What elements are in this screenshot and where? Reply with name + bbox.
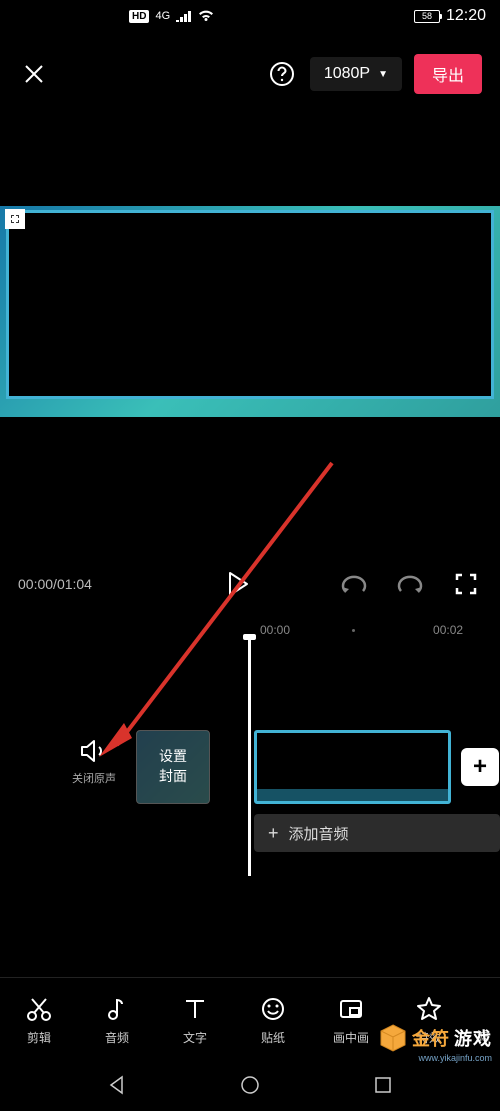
music-note-icon	[104, 996, 130, 1022]
mute-original-button[interactable]: 关闭原声	[72, 738, 116, 786]
speaker-icon	[79, 738, 109, 764]
mute-label: 关闭原声	[72, 770, 116, 786]
resolution-button[interactable]: 1080P ▼	[310, 57, 402, 91]
watermark: 金符游戏	[378, 1023, 492, 1053]
timeline[interactable]: 关闭原声 设置 封面 + + 添加音频	[0, 726, 500, 866]
help-button[interactable]	[266, 58, 298, 90]
nav-recent[interactable]	[373, 1075, 393, 1095]
annotation-arrow	[82, 455, 342, 765]
ruler-time: 00:02	[433, 623, 463, 637]
scissors-icon	[26, 996, 52, 1022]
undo-icon	[341, 573, 367, 595]
help-icon	[269, 61, 295, 87]
watermark-text: 游戏	[454, 1025, 492, 1051]
top-bar: 1080P ▼ 导出	[0, 42, 500, 106]
nav-home[interactable]	[240, 1075, 260, 1095]
battery-indicator: 58	[414, 10, 440, 23]
tool-clip[interactable]: 剪辑	[0, 996, 78, 1046]
nav-back[interactable]	[107, 1075, 127, 1095]
export-label: 导出	[432, 68, 464, 85]
set-cover-button[interactable]: 设置 封面	[136, 730, 210, 804]
sticker-icon	[260, 996, 286, 1022]
system-nav-bar	[0, 1059, 500, 1111]
ruler-dot	[352, 629, 355, 632]
redo-button[interactable]	[394, 568, 426, 600]
export-button[interactable]: 导出	[414, 54, 482, 94]
status-bar: HD 4G 58 12:20	[0, 0, 500, 32]
undo-button[interactable]	[338, 568, 370, 600]
close-button[interactable]	[18, 58, 50, 90]
cover-label-2: 封面	[159, 767, 187, 787]
square-icon	[373, 1075, 393, 1095]
add-clip-button[interactable]: +	[461, 748, 499, 786]
cover-label-1: 设置	[159, 747, 187, 767]
watermark-text: 金符	[412, 1025, 450, 1051]
wifi-icon	[198, 10, 214, 22]
tool-label: 文字	[183, 1029, 207, 1046]
tool-label: 剪辑	[27, 1029, 51, 1046]
text-icon	[182, 996, 208, 1022]
redo-icon	[397, 573, 423, 595]
resolution-label: 1080P	[324, 65, 370, 83]
tool-text[interactable]: 文字	[156, 996, 234, 1046]
video-clip[interactable]	[254, 730, 451, 804]
triangle-left-icon	[107, 1075, 127, 1095]
hd-badge: HD	[129, 10, 149, 23]
clock: 12:20	[446, 7, 486, 25]
fullscreen-button[interactable]	[450, 568, 482, 600]
network-indicator: 4G	[155, 10, 170, 22]
circle-icon	[240, 1075, 260, 1095]
ruler-time: 00:00	[260, 623, 290, 637]
player-controls: 00:00/01:04	[0, 562, 500, 606]
tool-sticker[interactable]: 贴纸	[234, 996, 312, 1046]
tool-label: 贴纸	[261, 1029, 285, 1046]
star-icon	[416, 996, 442, 1022]
watermark-url: www.yikajinfu.com	[418, 1053, 492, 1063]
caret-down-icon: ▼	[378, 69, 388, 80]
pip-icon	[338, 996, 364, 1022]
playhead[interactable]	[248, 636, 251, 876]
add-audio-button[interactable]: + 添加音频	[254, 814, 500, 852]
tool-audio[interactable]: 音频	[78, 996, 156, 1046]
plus-icon: +	[268, 823, 279, 844]
tool-label: 画中画	[333, 1029, 369, 1046]
time-display: 00:00/01:04	[18, 576, 92, 592]
signal-icon	[176, 10, 192, 22]
play-icon	[227, 571, 249, 597]
add-audio-label: 添加音频	[289, 823, 349, 844]
close-icon	[22, 62, 46, 86]
plus-icon: +	[473, 753, 487, 781]
fullscreen-icon	[455, 573, 477, 595]
tool-label: 音频	[105, 1029, 129, 1046]
play-button[interactable]	[222, 568, 254, 600]
cube-icon	[378, 1023, 408, 1053]
preview-corner-handle[interactable]	[5, 209, 25, 229]
video-preview[interactable]	[0, 206, 500, 417]
